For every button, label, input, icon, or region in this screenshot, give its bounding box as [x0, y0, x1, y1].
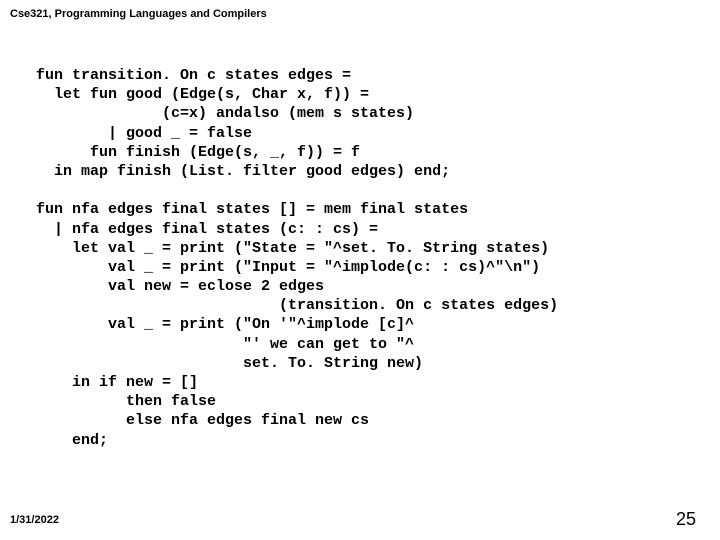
- slide-header: Cse321, Programming Languages and Compil…: [10, 8, 267, 20]
- page-number: 25: [676, 509, 696, 530]
- footer-date: 1/31/2022: [10, 514, 59, 526]
- code-listing: fun transition. On c states edges = let …: [36, 66, 558, 450]
